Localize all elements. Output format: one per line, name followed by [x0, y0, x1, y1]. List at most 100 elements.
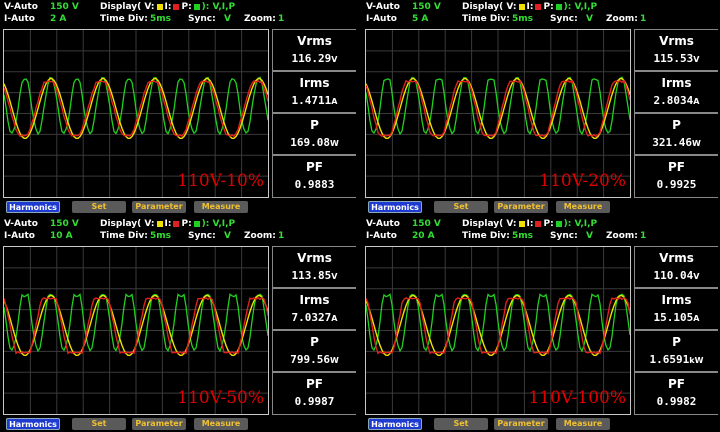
time-div-value: 5ms — [512, 231, 533, 241]
status-header: V-Auto 150 V Display( V: I: P:): V,I,P I-A… — [0, 0, 356, 28]
irms-readout: Irms 15.105A — [635, 288, 718, 330]
measurement-panel: V-Auto 150 V Display( V: I: P:): V,I,P I-A… — [0, 217, 356, 431]
current-color-swatch — [535, 3, 542, 10]
pf-readout: PF 0.9987 — [273, 372, 356, 415]
time-div-value: 5ms — [150, 231, 171, 241]
load-condition-label: 110V-100% — [528, 388, 626, 408]
pf-value: 0.9987 — [294, 395, 335, 408]
zoom-label: Zoom: — [606, 14, 638, 24]
display-channels-text: ): V,I,P — [201, 219, 236, 229]
power-number: 1.6591 — [649, 353, 690, 366]
pf-value: 0.9982 — [656, 395, 697, 408]
current-color-swatch — [535, 220, 542, 227]
display-i-text: I: — [164, 219, 172, 229]
load-condition-label: 110V-10% — [177, 171, 264, 191]
waveform-display: 110V-100% — [365, 246, 631, 415]
display-p-text: P: — [543, 2, 554, 12]
softkey-bar: Harmonics Set Parameter Measure — [0, 418, 356, 431]
i-auto-label: I-Auto — [366, 14, 397, 24]
power-number: 169.08 — [290, 136, 330, 149]
irms-unit: A — [693, 97, 700, 106]
harmonics-button[interactable]: Harmonics — [368, 201, 422, 213]
vrms-label: Vrms — [659, 34, 694, 48]
voltage-color-swatch — [518, 220, 525, 227]
parameter-button[interactable]: Parameter — [132, 418, 186, 430]
measurement-panel: V-Auto 150 V Display( V: I: P:): V,I,P I-A… — [0, 0, 356, 214]
power-color-swatch — [555, 220, 562, 227]
irms-number: 2.8034 — [653, 94, 694, 107]
measure-button[interactable]: Measure — [194, 201, 248, 213]
time-div-label: Time Div: — [100, 231, 148, 241]
pf-readout: PF 0.9925 — [635, 155, 718, 198]
parameter-button[interactable]: Parameter — [132, 201, 186, 213]
harmonics-button[interactable]: Harmonics — [368, 418, 422, 430]
harmonics-button[interactable]: Harmonics — [6, 418, 60, 430]
vrms-value: 113.85V — [273, 269, 356, 282]
irms-readout: Irms 1.4711A — [273, 71, 356, 113]
display-channels-text: ): V,I,P — [563, 2, 598, 12]
voltage-color-swatch — [518, 3, 525, 10]
measure-button[interactable]: Measure — [556, 418, 610, 430]
measurement-readouts: Vrms 115.53V Irms 2.8034A P 321.46W PF 0… — [634, 29, 718, 198]
i-range-value: 10 A — [50, 231, 73, 241]
vrms-number: 110.04 — [653, 269, 694, 282]
vrms-unit: V — [693, 272, 700, 281]
pf-readout: PF 0.9982 — [635, 372, 718, 415]
measure-button[interactable]: Measure — [556, 201, 610, 213]
current-color-swatch — [173, 3, 180, 10]
vrms-label: Vrms — [297, 251, 332, 265]
sync-value: V — [586, 14, 593, 24]
vrms-label: Vrms — [659, 251, 694, 265]
power-color-swatch — [193, 3, 200, 10]
time-div-value: 5ms — [150, 14, 171, 24]
power-color-swatch — [555, 3, 562, 10]
voltage-color-swatch — [156, 220, 163, 227]
i-range-value: 2 A — [50, 14, 67, 24]
display-p-text: P: — [181, 219, 192, 229]
power-value: 799.56W — [273, 353, 356, 366]
irms-number: 7.0327 — [291, 311, 332, 324]
harmonics-button[interactable]: Harmonics — [6, 201, 60, 213]
set-button[interactable]: Set — [434, 201, 488, 213]
sync-label: Sync: — [550, 14, 578, 24]
irms-value: 1.4711A — [273, 94, 356, 107]
zoom-value: 1 — [640, 14, 647, 24]
time-div-label: Time Div: — [462, 231, 510, 241]
power-unit: W — [329, 356, 339, 365]
zoom-value: 1 — [640, 231, 647, 241]
irms-value: 15.105A — [635, 311, 718, 324]
irms-unit: A — [693, 314, 700, 323]
waveform-display: 110V-10% — [3, 29, 269, 198]
set-button[interactable]: Set — [72, 418, 126, 430]
waveform-display: 110V-20% — [365, 29, 631, 198]
zoom-value: 1 — [278, 14, 285, 24]
pf-label: PF — [306, 377, 323, 391]
display-i-text: I: — [526, 219, 534, 229]
pf-readout: PF 0.9883 — [273, 155, 356, 198]
vrms-readout: Vrms 113.85V — [273, 246, 356, 288]
display-i-text: I: — [164, 2, 172, 12]
vrms-readout: Vrms 110.04V — [635, 246, 718, 288]
display-channels-text: ): V,I,P — [563, 219, 598, 229]
time-div-label: Time Div: — [100, 14, 148, 24]
sync-value: V — [224, 231, 231, 241]
display-i-text: I: — [526, 2, 534, 12]
display-channels-text: ): V,I,P — [201, 2, 236, 12]
set-button[interactable]: Set — [72, 201, 126, 213]
irms-number: 1.4711 — [291, 94, 332, 107]
power-unit: W — [691, 139, 701, 148]
pf-value: 0.9883 — [294, 178, 335, 191]
power-number: 799.56 — [290, 353, 330, 366]
parameter-button[interactable]: Parameter — [494, 201, 548, 213]
power-unit: W — [329, 139, 339, 148]
set-button[interactable]: Set — [434, 418, 488, 430]
power-value: 169.08W — [273, 136, 356, 149]
pf-value: 0.9925 — [656, 178, 697, 191]
irms-label: Irms — [661, 293, 692, 307]
parameter-button[interactable]: Parameter — [494, 418, 548, 430]
vrms-readout: Vrms 115.53V — [635, 29, 718, 71]
i-auto-label: I-Auto — [4, 14, 35, 24]
softkey-bar: Harmonics Set Parameter Measure — [362, 418, 718, 431]
measure-button[interactable]: Measure — [194, 418, 248, 430]
sync-value: V — [586, 231, 593, 241]
